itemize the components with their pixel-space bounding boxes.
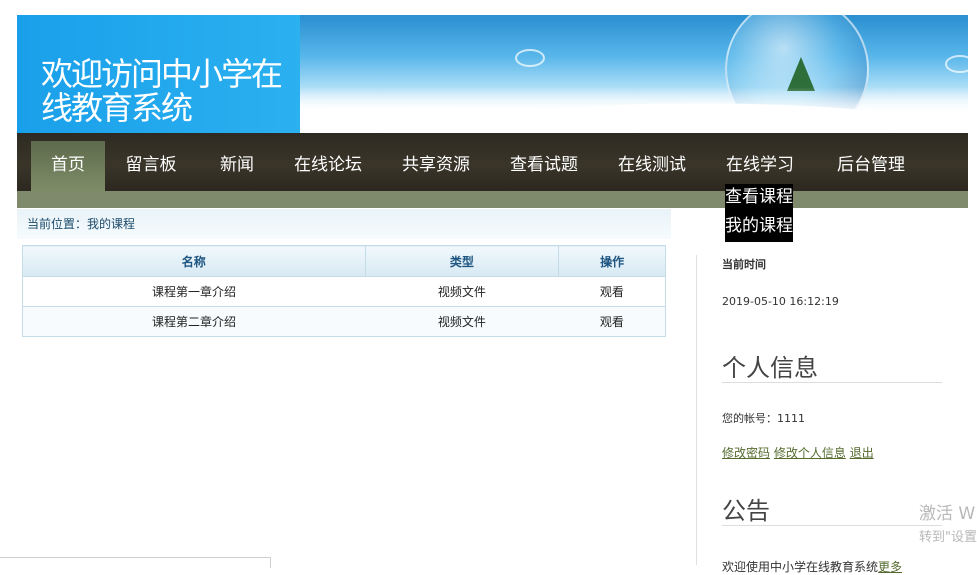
nav-item-online-learning[interactable]: 在线学习 [717, 133, 803, 191]
dropdown-item-view-courses[interactable]: 查看课程 [725, 184, 793, 213]
course-type-cell: 视频文件 [365, 306, 559, 337]
notice-rule [722, 525, 942, 526]
logout-link[interactable]: 退出 [850, 446, 874, 460]
swirl-decoration [945, 55, 968, 73]
profile-links: 修改密码 修改个人信息 退出 [722, 444, 874, 461]
course-name-cell: 课程第一章介绍 [22, 276, 366, 307]
swirl-decoration [515, 49, 545, 67]
profile-rule [722, 382, 942, 383]
nav-strip [17, 191, 968, 208]
banner-winter-image [300, 15, 968, 133]
activation-watermark-subtitle: 转到"设置 [919, 530, 977, 545]
nav-item-news[interactable]: 新闻 [207, 133, 267, 191]
change-password-link[interactable]: 修改密码 [722, 446, 770, 460]
edit-profile-link[interactable]: 修改个人信息 [774, 446, 846, 460]
notice-item: 欢迎使用中小学在线教育系统更多 [722, 558, 902, 575]
nav-item-home[interactable]: 首页 [31, 141, 105, 191]
account-text: 您的帐号：1111 [722, 412, 805, 425]
site-title: 欢迎访问中小学在线教育系统 [41, 55, 283, 127]
main-nav: 首页 留言板 新闻 在线论坛 共享资源 查看试题 在线测试 在线学习 后台管理 [17, 133, 968, 191]
snow-decoration [300, 87, 968, 133]
notice-more-link[interactable]: 更多 [878, 560, 902, 574]
table-row: 课程第二章介绍 视频文件 观看 [22, 306, 666, 337]
current-time-value: 2019-05-10 16:12:19 [722, 295, 839, 308]
breadcrumb: 当前位置：我的课程 [17, 209, 671, 239]
profile-heading: 个人信息 [722, 354, 818, 382]
status-bar-tab [0, 557, 271, 568]
banner: 欢迎访问中小学在线教育系统 [17, 15, 968, 133]
learning-dropdown-menu: 查看课程 我的课程 [725, 184, 793, 242]
notice-heading: 公告 [722, 497, 770, 525]
notice-text: 欢迎使用中小学在线教育系统 [722, 560, 879, 574]
nav-item-admin[interactable]: 后台管理 [828, 133, 914, 191]
sidebar-divider [696, 255, 697, 565]
breadcrumb-text: 当前位置：我的课程 [27, 217, 136, 231]
column-header-name: 名称 [22, 245, 366, 277]
table-row: 课程第一章介绍 视频文件 观看 [22, 276, 666, 307]
dropdown-item-my-courses[interactable]: 我的课程 [725, 213, 793, 242]
table-header-row: 名称 类型 操作 [22, 245, 666, 277]
nav-item-online-test[interactable]: 在线测试 [609, 133, 695, 191]
column-header-action: 操作 [558, 245, 666, 277]
course-name-cell: 课程第二章介绍 [22, 306, 366, 337]
nav-item-shared-resources[interactable]: 共享资源 [393, 133, 479, 191]
activation-watermark-title: 激活 W [919, 504, 976, 524]
course-type-cell: 视频文件 [365, 276, 559, 307]
course-table: 名称 类型 操作 课程第一章介绍 视频文件 观看 课程第二章介绍 视频文件 观看 [22, 245, 666, 337]
current-time-label: 当前时间 [722, 258, 766, 271]
watch-link[interactable]: 观看 [558, 306, 666, 337]
nav-item-forum[interactable]: 在线论坛 [285, 133, 371, 191]
watch-link[interactable]: 观看 [558, 276, 666, 307]
column-header-type: 类型 [364, 245, 560, 277]
banner-title-block: 欢迎访问中小学在线教育系统 [17, 15, 300, 133]
tree-image [787, 57, 815, 91]
nav-item-message-board[interactable]: 留言板 [113, 133, 189, 191]
nav-item-view-questions[interactable]: 查看试题 [501, 133, 587, 191]
